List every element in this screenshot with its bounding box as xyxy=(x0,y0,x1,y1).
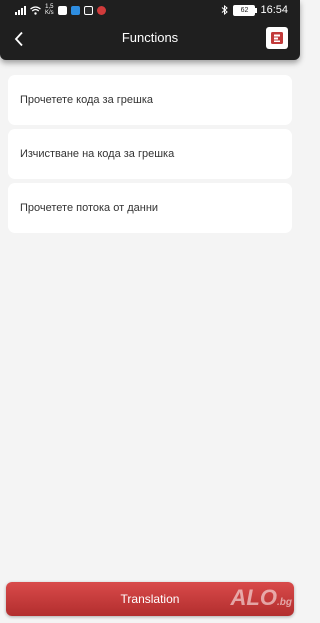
phone-icon xyxy=(83,5,93,15)
navigation-bar: Functions xyxy=(0,24,300,54)
app-notification-icon xyxy=(96,5,106,15)
clock: 16:54 xyxy=(260,4,288,16)
list-item-clear-fault-code[interactable]: Изчистване на кода за грешка xyxy=(8,129,292,179)
list-item-label: Прочетете потока от данни xyxy=(20,202,159,214)
cell-signal-icon xyxy=(15,5,26,15)
page-title: Functions xyxy=(121,30,179,45)
list-item-label: Изчистване на кода за грешка xyxy=(20,148,175,160)
app-notification-icon xyxy=(70,5,80,15)
battery-icon: 62 xyxy=(233,4,258,16)
bluetooth-icon xyxy=(222,5,229,15)
wifi-icon xyxy=(30,5,41,15)
list-item-read-data-stream[interactable]: Прочетете потока от данни xyxy=(8,183,292,233)
status-left-icons: 1,5 K/s xyxy=(15,4,106,16)
network-speed: 1,5 K/s xyxy=(45,4,54,16)
chevron-left-icon[interactable] xyxy=(8,26,30,52)
top-app-bar: 1,5 K/s 62 16:54 Functions xyxy=(0,0,300,60)
functions-list: Прочетете кода за грешка Изчистване на к… xyxy=(8,75,292,237)
translation-button-label: Translation xyxy=(120,592,180,606)
list-item-read-fault-code[interactable]: Прочетете кода за грешка xyxy=(8,75,292,125)
list-item-label: Прочетете кода за грешка xyxy=(20,94,154,106)
status-bar: 1,5 K/s 62 16:54 xyxy=(0,0,300,22)
brand-logo-icon[interactable] xyxy=(266,27,288,49)
translation-button[interactable]: Translation xyxy=(6,582,294,616)
status-right-icons: 62 16:54 xyxy=(221,4,288,16)
net-speed-unit: K/s xyxy=(45,10,54,16)
app-notification-icon xyxy=(57,5,67,15)
